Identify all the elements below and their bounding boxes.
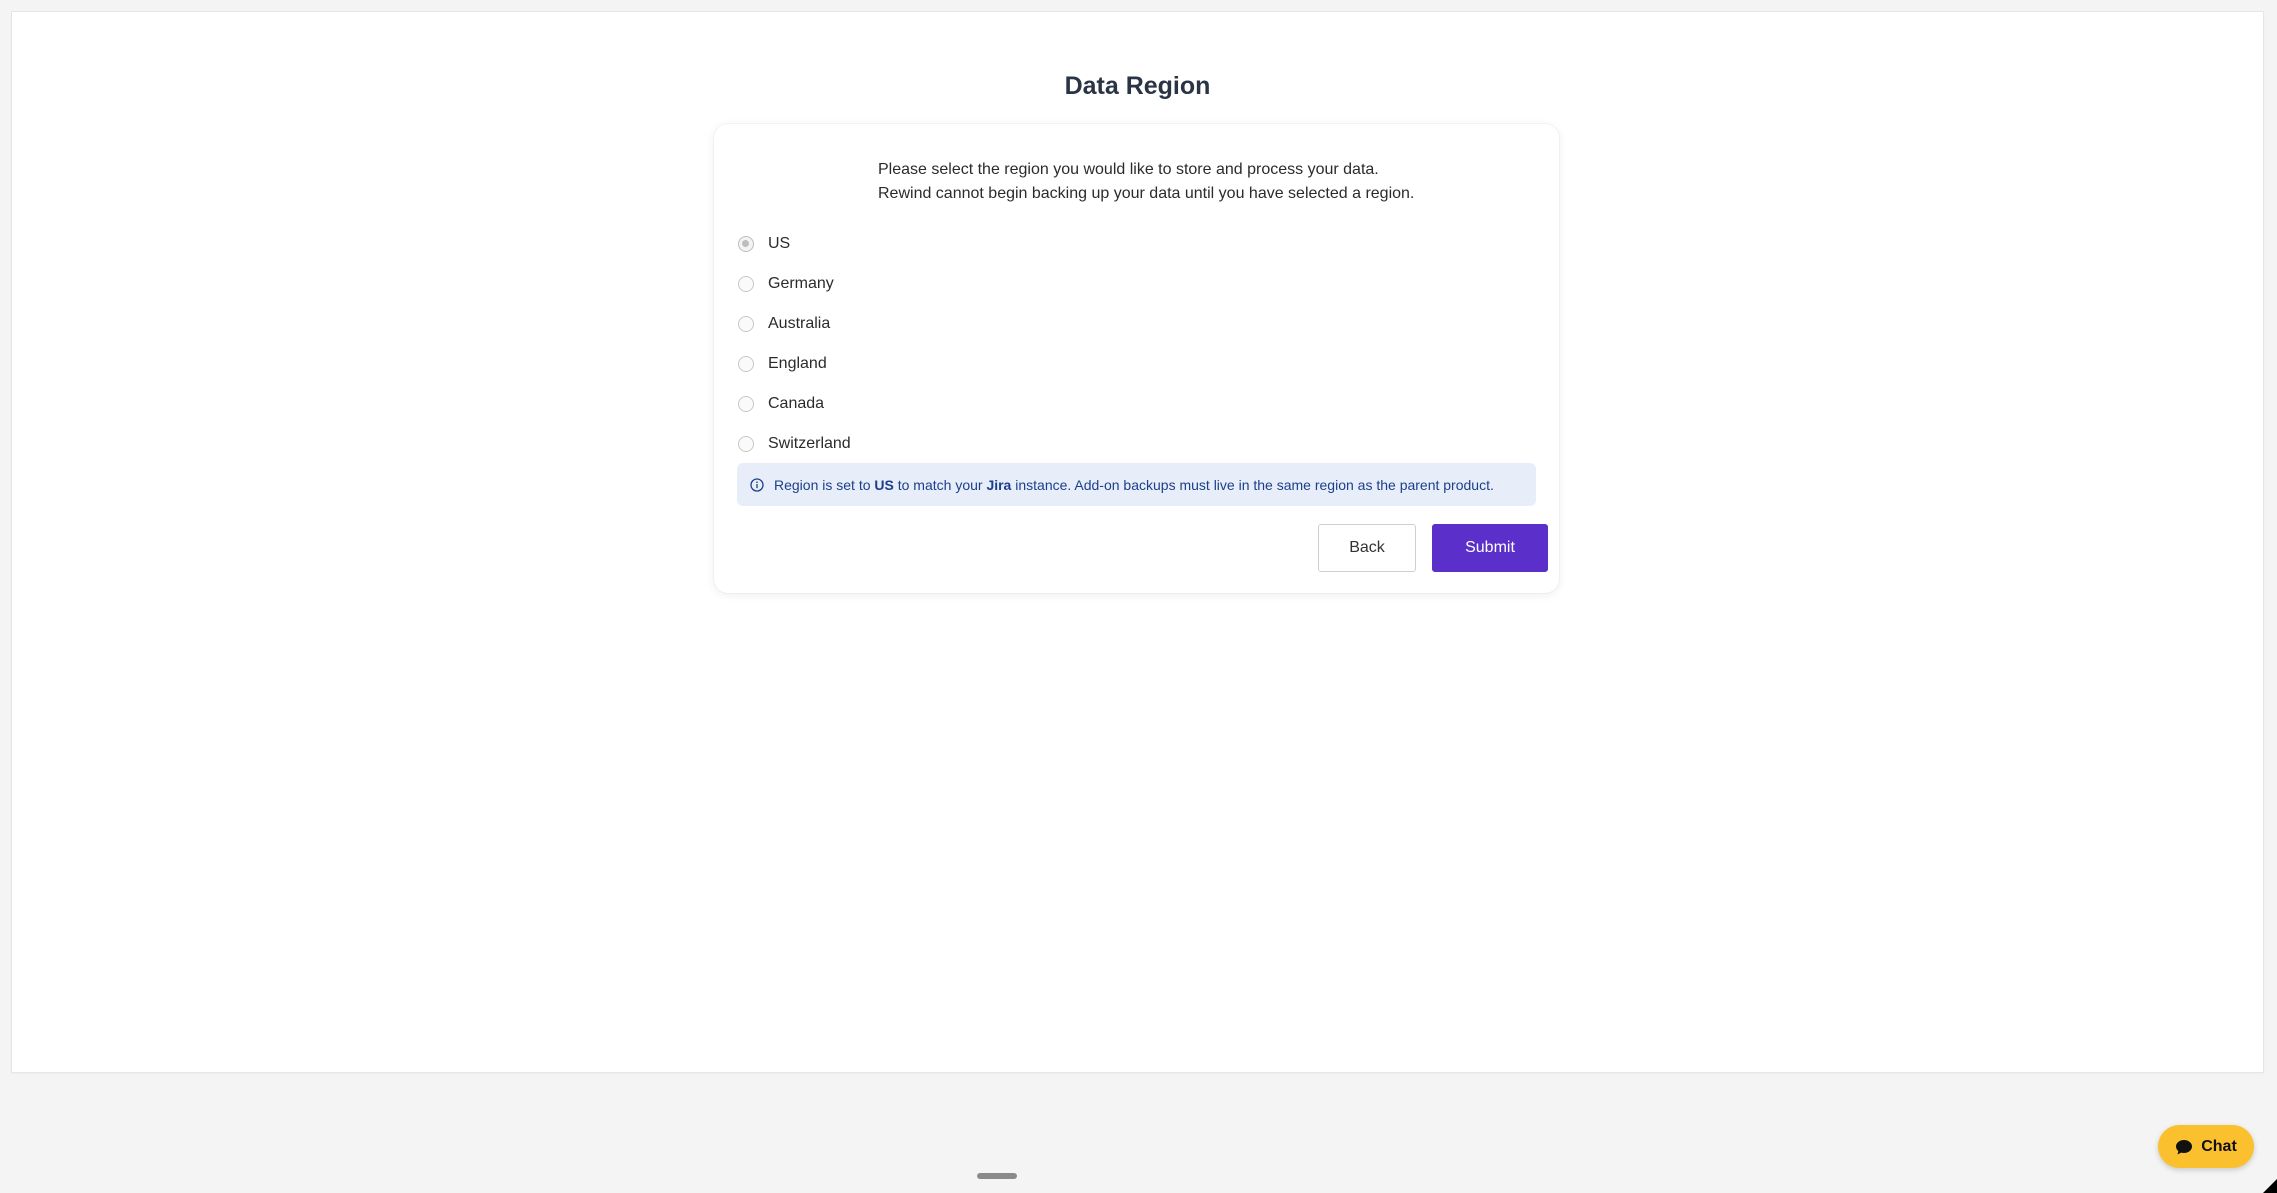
region-option-canada[interactable]: Canada xyxy=(738,384,851,424)
region-card: Please select the region you would like … xyxy=(714,124,1559,593)
region-label: Switzerland xyxy=(768,435,851,452)
chat-button[interactable]: Chat xyxy=(2158,1125,2254,1168)
scroll-handle[interactable] xyxy=(977,1173,1017,1179)
region-option-australia[interactable]: Australia xyxy=(738,304,851,344)
region-option-england[interactable]: England xyxy=(738,344,851,384)
submit-button[interactable]: Submit xyxy=(1432,524,1548,572)
radio-button[interactable] xyxy=(738,276,754,292)
info-text-part: Region is set to xyxy=(774,476,875,493)
info-product: Jira xyxy=(986,476,1012,493)
region-radio-group: US Germany Australia England Canada Swit… xyxy=(738,224,851,464)
region-info-banner: Region is set to US to match your Jira i… xyxy=(737,463,1536,506)
info-region: US xyxy=(874,476,894,493)
radio-button[interactable] xyxy=(738,396,754,412)
radio-button[interactable] xyxy=(738,356,754,372)
region-label: England xyxy=(768,355,827,372)
region-label: Australia xyxy=(768,315,831,332)
info-circle-icon xyxy=(750,477,764,492)
window-corner xyxy=(2263,1179,2277,1193)
region-option-us[interactable]: US xyxy=(738,224,851,264)
region-label: US xyxy=(768,235,791,252)
intro-line-2: Rewind cannot begin backing up your data… xyxy=(878,185,1415,202)
region-label: Germany xyxy=(768,275,834,292)
intro-text: Please select the region you would like … xyxy=(878,158,1414,206)
radio-button[interactable] xyxy=(738,436,754,452)
info-text-part: instance. Add-on backups must live in th… xyxy=(1011,476,1494,493)
back-button[interactable]: Back xyxy=(1318,524,1416,572)
region-label: Canada xyxy=(768,395,825,412)
radio-button[interactable] xyxy=(738,236,754,252)
chat-label: Chat xyxy=(2201,1137,2237,1155)
region-option-switzerland[interactable]: Switzerland xyxy=(738,424,851,464)
region-option-germany[interactable]: Germany xyxy=(738,264,851,304)
page-title: Data Region xyxy=(1064,72,1211,100)
radio-button[interactable] xyxy=(738,316,754,332)
info-text-part: to match your xyxy=(893,476,987,493)
page-container: Data Region Please select the region you… xyxy=(12,12,2263,1072)
intro-line-1: Please select the region you would like … xyxy=(878,161,1379,178)
chat-bubble-icon xyxy=(2175,1138,2193,1156)
info-text: Region is set to US to match your Jira i… xyxy=(774,477,1494,493)
